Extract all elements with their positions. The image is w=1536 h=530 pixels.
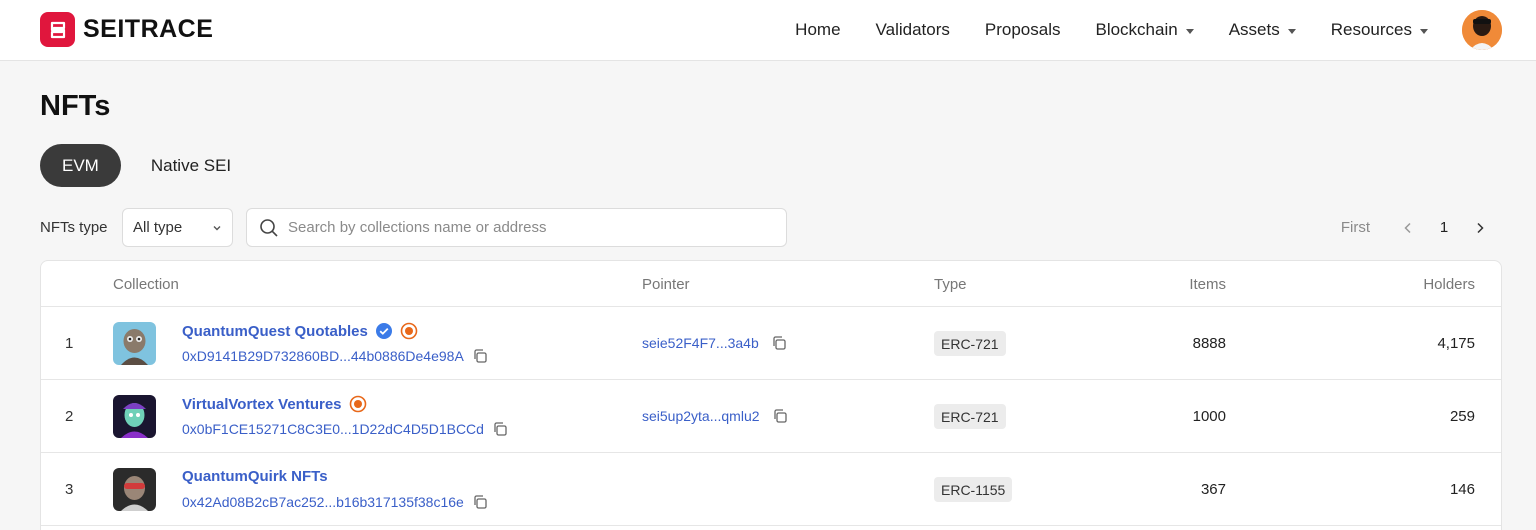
table-row: 3 QuantumQuirk NFTs 0x42Ad08B2cB7ac252..… xyxy=(41,453,1501,526)
pointer-address[interactable]: sei5up2yta...qmlu2 xyxy=(642,408,788,424)
collection-name-link[interactable]: QuantumQuirk NFTs xyxy=(182,468,328,485)
collection-thumbnail[interactable] xyxy=(113,322,156,365)
header-pointer: Pointer xyxy=(642,276,690,293)
copy-icon[interactable] xyxy=(472,348,488,364)
collection-address-text: 0xD9141B29D732860BD...44b0886De4e98A xyxy=(182,348,464,364)
collection-name-link[interactable]: VirtualVortex Ventures xyxy=(182,395,367,413)
pointer-text: sei5up2yta...qmlu2 xyxy=(642,408,760,424)
collection-search xyxy=(246,208,787,247)
seitrace-logo[interactable]: SEITRACE xyxy=(40,12,213,47)
header-holders: Holders xyxy=(1423,276,1475,293)
nav-assets[interactable]: Assets xyxy=(1229,20,1296,40)
table-row: 2 VirtualVortex Ventures 0x0bF1CE15271C8… xyxy=(41,380,1501,453)
chevron-down-icon xyxy=(1287,28,1296,34)
pagination-first[interactable]: First xyxy=(1341,219,1370,236)
nfts-type-select[interactable]: All type xyxy=(122,208,233,247)
collection-address[interactable]: 0xD9141B29D732860BD...44b0886De4e98A xyxy=(182,348,488,364)
type-badge: ERC-1155 xyxy=(934,477,1013,502)
nav-resources-label: Resources xyxy=(1330,20,1412,39)
row-index: 3 xyxy=(65,481,74,498)
copy-icon[interactable] xyxy=(772,408,788,424)
collection-address-text: 0x42Ad08B2cB7ac252...b16b317135f38c16e xyxy=(182,494,464,510)
table-header: Collection Pointer Type Items Holders xyxy=(41,261,1501,307)
pointer-text: seie52F4F7...3a4b xyxy=(642,335,759,351)
nav-blockchain-label: Blockchain xyxy=(1095,20,1178,39)
collection-address-text: 0x0bF1CE15271C8C3E0...1D22dC4D5D1BCCd xyxy=(182,421,484,437)
user-avatar[interactable] xyxy=(1462,10,1502,50)
pointer-address[interactable]: seie52F4F7...3a4b xyxy=(642,335,787,351)
nft-collections-table: Collection Pointer Type Items Holders 1 … xyxy=(40,260,1502,530)
top-navigation-bar: SEITRACE Home Validators Proposals Block… xyxy=(0,0,1536,61)
row-index: 2 xyxy=(65,408,74,425)
nav-home-label: Home xyxy=(795,20,841,39)
nfts-type-label: NFTs type xyxy=(40,219,108,236)
copy-icon[interactable] xyxy=(492,421,508,437)
app-name: SEITRACE xyxy=(83,15,214,43)
nfts-type-value: All type xyxy=(133,219,183,236)
chain-tabs: EVM Native SEI xyxy=(40,144,253,187)
collection-address[interactable]: 0x42Ad08B2cB7ac252...b16b317135f38c16e xyxy=(182,494,488,510)
chevron-down-icon xyxy=(213,225,221,230)
collection-name: QuantumQuirk NFTs xyxy=(182,468,328,485)
holders-count: 4,175 xyxy=(1437,335,1475,352)
nav-home[interactable]: Home xyxy=(795,20,840,40)
holders-count: 146 xyxy=(1449,481,1475,498)
tab-native-sei[interactable]: Native SEI xyxy=(129,144,253,187)
seitrace-logo-icon xyxy=(40,12,75,47)
nav-proposals-label: Proposals xyxy=(984,20,1061,39)
chevron-down-icon xyxy=(1420,28,1428,34)
header-type: Type xyxy=(934,276,967,293)
collection-address[interactable]: 0x0bF1CE15271C8C3E0...1D22dC4D5D1BCCd xyxy=(182,421,508,437)
nav-resources[interactable]: Resources xyxy=(1331,20,1428,40)
collection-thumbnail[interactable] xyxy=(113,395,156,438)
collection-name: QuantumQuest Quotables xyxy=(182,322,368,340)
search-icon xyxy=(260,218,278,237)
items-count: 1000 xyxy=(1192,408,1226,425)
row-index: 1 xyxy=(65,335,74,352)
verified-badge-icon xyxy=(375,323,392,339)
nav-proposals[interactable]: Proposals xyxy=(985,20,1061,40)
collection-name: VirtualVortex Ventures xyxy=(182,395,342,413)
items-count: 8888 xyxy=(1192,335,1226,352)
nav-validators-label: Validators xyxy=(875,20,950,39)
type-badge: ERC-721 xyxy=(934,404,1006,429)
copy-icon[interactable] xyxy=(472,494,488,510)
pagination-current-page[interactable]: 1 xyxy=(1424,219,1464,236)
tab-evm[interactable]: EVM xyxy=(40,144,121,187)
collection-thumbnail[interactable] xyxy=(113,468,156,511)
type-badge: ERC-721 xyxy=(934,331,1006,356)
copy-icon[interactable] xyxy=(771,335,787,351)
chevron-left-icon[interactable] xyxy=(1392,212,1424,244)
orange-ring-icon xyxy=(349,395,366,413)
items-count: 367 xyxy=(1200,481,1226,498)
nav-validators[interactable]: Validators xyxy=(876,20,950,40)
chevron-right-icon[interactable] xyxy=(1464,212,1496,244)
search-input[interactable] xyxy=(288,219,768,236)
orange-ring-icon xyxy=(400,322,418,340)
main-nav: Home Validators Proposals Blockchain Ass… xyxy=(795,0,1428,60)
header-collection: Collection xyxy=(113,276,179,293)
nav-blockchain[interactable]: Blockchain xyxy=(1095,20,1194,40)
table-row: 1 QuantumQuest Quotables 0xD9141B29D7328… xyxy=(41,307,1501,380)
pagination: First 1 xyxy=(1341,208,1496,247)
page-title: NFTs xyxy=(40,90,111,122)
collection-name-link[interactable]: QuantumQuest Quotables xyxy=(182,322,418,340)
holders-count: 259 xyxy=(1449,408,1475,425)
header-items: Items xyxy=(1189,276,1226,293)
nav-assets-label: Assets xyxy=(1228,20,1280,39)
chevron-down-icon xyxy=(1185,28,1194,34)
